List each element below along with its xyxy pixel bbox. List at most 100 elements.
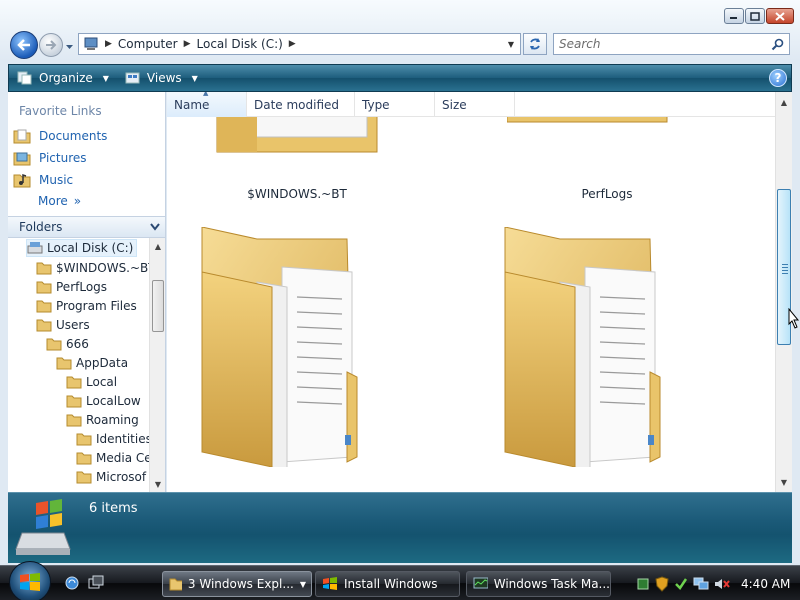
favorite-label: Documents (39, 129, 108, 143)
tree-item[interactable]: Media Ce (76, 449, 149, 467)
recent-pages-button[interactable] (65, 40, 74, 54)
tree-item[interactable]: 666 (46, 335, 89, 353)
favorite-links-title: Favorite Links (19, 104, 102, 118)
folder-item[interactable] (197, 226, 397, 473)
scroll-down-arrow-icon[interactable]: ▼ (776, 474, 792, 490)
column-headers: ▲ Name Date modified Type Size (167, 92, 775, 117)
scroll-up-arrow-icon[interactable]: ▲ (150, 238, 165, 254)
chevron-down-icon: ▼ (299, 579, 306, 589)
column-label: Name (174, 97, 210, 112)
taskbar: 3 Windows Expl... ▼ Install Windows Wind… (0, 561, 800, 600)
folder-icon (36, 300, 52, 313)
search-icon[interactable] (771, 38, 784, 51)
maximize-button[interactable] (745, 8, 765, 24)
checkmark-icon[interactable] (674, 577, 688, 591)
item-count: 6 items (89, 501, 138, 516)
tree-item[interactable]: Program Files (36, 297, 137, 315)
taskbar-button-label: Windows Task Ma... (493, 577, 610, 591)
folder-item[interactable]: PerfLogs (507, 117, 707, 207)
minimize-button[interactable] (724, 8, 744, 24)
volume-muted-icon[interactable] (714, 577, 730, 591)
column-header-date-modified[interactable]: Date modified (247, 92, 355, 117)
file-list-pane: ▲ Name Date modified Type Size $WINDOWS.… (167, 92, 792, 492)
windows-logo-icon (20, 573, 40, 591)
folder-icon (36, 281, 52, 294)
tree-item[interactable]: Microsof (76, 468, 146, 486)
breadcrumb-local-disk[interactable]: Local Disk (C:) (197, 37, 283, 51)
taskbar-button-explorer[interactable]: 3 Windows Expl... ▼ (162, 571, 312, 597)
tree-item-label: LocalLow (86, 394, 141, 408)
chevron-down-icon: ▼ (191, 73, 198, 83)
favorite-link-documents[interactable]: Documents (13, 127, 107, 145)
organize-label: Organize (39, 71, 93, 85)
tree-item[interactable]: Local (66, 373, 117, 391)
task-manager-icon (473, 577, 488, 589)
tree-item-label: Local (86, 375, 118, 389)
tree-item[interactable]: PerfLogs (36, 278, 107, 296)
folder-icon (46, 338, 62, 351)
clock[interactable]: 4:40 AM (741, 577, 790, 591)
tree-item[interactable]: $WINDOWS.~BT (36, 259, 149, 277)
scroll-up-arrow-icon[interactable]: ▲ (776, 94, 792, 110)
show-desktop-button[interactable] (64, 575, 80, 594)
tree-item[interactable]: Identities (76, 430, 149, 448)
column-header-type[interactable]: Type (355, 92, 435, 117)
chevron-down-icon (66, 45, 73, 49)
close-icon (775, 11, 785, 21)
tree-item[interactable]: AppData (56, 354, 128, 372)
folder-icon (66, 395, 82, 408)
favorite-link-music[interactable]: Music (13, 171, 73, 189)
address-dropdown-icon[interactable]: ▼ (508, 40, 514, 49)
large-folder-icon (507, 117, 668, 123)
switch-windows-button[interactable] (88, 575, 104, 594)
folder-icon (56, 357, 72, 370)
scrollbar-thumb[interactable] (152, 280, 164, 332)
breadcrumb-separator: ▶ (183, 39, 191, 49)
tree-item[interactable]: LocalLow (66, 392, 141, 410)
views-button[interactable]: Views ▼ (117, 65, 206, 91)
tree-item-local-disk[interactable]: Local Disk (C:) (26, 239, 138, 257)
scrollbar-grip-icon (782, 264, 788, 276)
file-list-scrollbar[interactable]: ▲ ▼ (775, 92, 792, 492)
organize-button[interactable]: Organize ▼ (9, 65, 117, 91)
taskbar-button-install-windows[interactable]: Install Windows (315, 571, 460, 597)
network-connection-icon[interactable] (693, 577, 709, 591)
maximize-icon (750, 11, 760, 21)
help-button[interactable]: ? (769, 69, 787, 87)
folders-header[interactable]: Folders (8, 216, 165, 238)
close-button[interactable] (766, 8, 794, 24)
network-icon[interactable] (636, 577, 650, 591)
forward-button[interactable] (39, 33, 63, 57)
folder-tree-scrollbar[interactable]: ▲ ▼ (149, 238, 165, 492)
folder-item[interactable] (500, 226, 700, 473)
tree-item-label: Users (56, 318, 90, 332)
minimize-icon (730, 17, 737, 19)
refresh-icon (530, 38, 540, 50)
resize-cursor-icon (788, 308, 800, 329)
search-input[interactable] (559, 37, 759, 51)
tree-item[interactable]: Roaming (66, 411, 139, 429)
folder-icon (76, 433, 92, 446)
security-shield-icon[interactable] (655, 576, 669, 592)
column-header-size[interactable]: Size (435, 92, 515, 117)
taskbar-button-task-manager[interactable]: Windows Task Ma... (466, 571, 611, 597)
column-header-name[interactable]: ▲ Name (167, 92, 247, 117)
tree-item-label: $WINDOWS.~BT (56, 261, 149, 275)
tree-item-label: Local Disk (C:) (47, 241, 134, 255)
folder-item[interactable]: $WINDOWS.~BT (207, 117, 407, 207)
more-favorites-link[interactable]: More » (38, 194, 81, 208)
breadcrumb-computer[interactable]: Computer (118, 37, 178, 51)
tree-item-label: 666 (66, 337, 89, 351)
windows-drive-icon (15, 499, 71, 555)
favorite-link-pictures[interactable]: Pictures (13, 149, 87, 167)
folder-icon (169, 578, 182, 591)
refresh-button[interactable] (523, 33, 547, 55)
back-button[interactable] (10, 31, 38, 59)
organize-icon (17, 71, 32, 85)
address-bar[interactable]: ▶ Computer ▶ Local Disk (C:) ▶ ▼ (78, 33, 521, 55)
folder-label: $WINDOWS.~BT (247, 187, 347, 201)
tree-item[interactable]: Users (36, 316, 90, 334)
start-button[interactable] (9, 561, 51, 600)
scroll-down-arrow-icon[interactable]: ▼ (150, 476, 165, 492)
folder-icon (36, 262, 52, 275)
